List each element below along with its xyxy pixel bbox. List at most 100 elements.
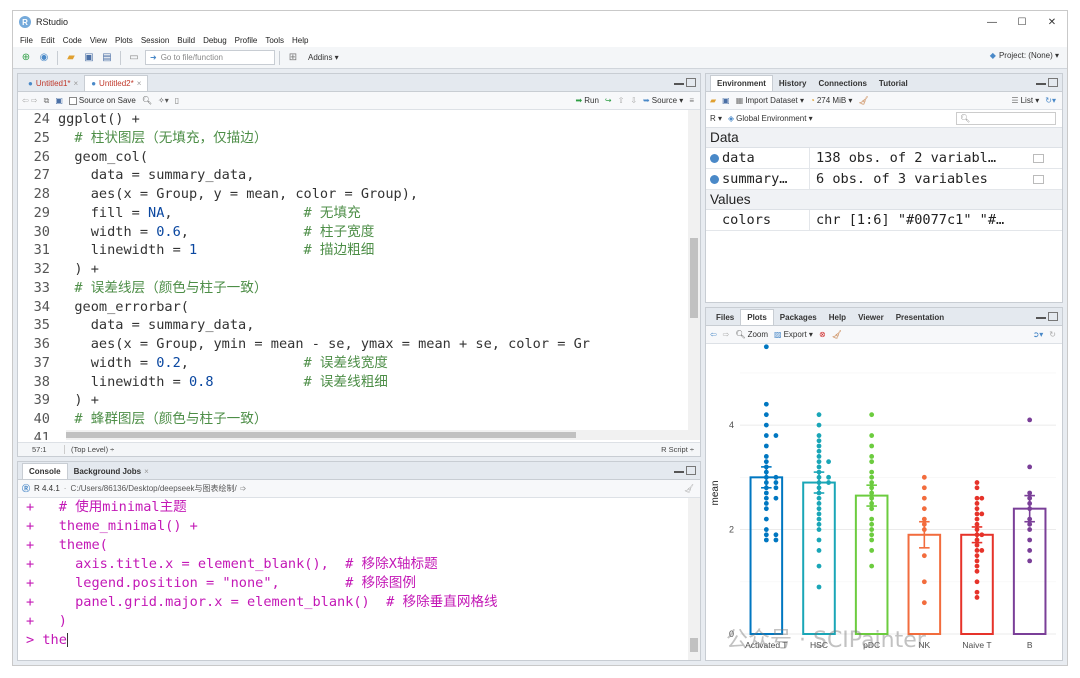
view-table-icon[interactable] xyxy=(1033,174,1044,184)
publish-icon[interactable]: ➲▾ xyxy=(1033,330,1044,339)
menu-code[interactable]: Code xyxy=(59,36,86,45)
rerun-icon[interactable]: ↪ xyxy=(605,96,612,105)
environment-search-input[interactable]: 🔍︎ xyxy=(956,112,1056,125)
maximize-pane-icon[interactable] xyxy=(686,78,696,87)
menu-view[interactable]: View xyxy=(86,36,111,45)
minimize-button[interactable]: — xyxy=(977,11,1007,33)
menu-tools[interactable]: Tools xyxy=(261,36,288,45)
tab-help[interactable]: Help xyxy=(823,309,852,325)
minimize-pane-icon[interactable] xyxy=(1036,78,1046,85)
tab-environment[interactable]: Environment xyxy=(710,75,773,91)
environment-row[interactable]: colors chr [1:6] "#0077c1" "#… xyxy=(706,210,1062,231)
run-button[interactable]: ➡ Run xyxy=(576,96,599,105)
environment-row[interactable]: data 138 obs. of 2 variabl… xyxy=(706,148,1062,169)
minimize-pane-icon[interactable] xyxy=(674,466,684,473)
import-dataset-button[interactable]: ▦ Import Dataset ▾ xyxy=(736,96,804,105)
menu-profile[interactable]: Profile xyxy=(231,36,262,45)
console-vertical-scrollbar[interactable] xyxy=(688,498,700,660)
minimize-pane-icon[interactable] xyxy=(674,78,684,85)
menu-debug[interactable]: Debug xyxy=(199,36,231,45)
tab-untitled2[interactable]: ● Untitled2* × xyxy=(84,75,149,91)
data-point xyxy=(974,589,980,595)
menu-edit[interactable]: Edit xyxy=(37,36,59,45)
export-button[interactable]: ▨ Export ▾ xyxy=(774,330,813,339)
new-file-icon[interactable]: ⊕ xyxy=(19,51,33,65)
editor-horizontal-scrollbar[interactable] xyxy=(66,430,696,440)
load-workspace-icon[interactable]: ▰ xyxy=(710,96,716,105)
close-tab-icon[interactable]: × xyxy=(144,467,149,476)
table-icon: ▦ xyxy=(735,96,744,105)
remove-plot-icon[interactable]: ⊗ xyxy=(819,330,826,339)
go-down-icon[interactable]: ⇩ xyxy=(630,96,637,105)
goto-file-input[interactable]: ➜ Go to file/function xyxy=(145,50,275,65)
editor-vertical-scrollbar[interactable] xyxy=(688,110,700,440)
minimize-pane-icon[interactable] xyxy=(1036,312,1046,319)
data-point xyxy=(773,474,779,480)
code-line: 27 data = summary_data, xyxy=(18,166,688,185)
tab-files[interactable]: Files xyxy=(710,309,740,325)
scope-selector[interactable]: (Top Level) ÷ xyxy=(64,445,114,454)
environment-row[interactable]: summary… 6 obs. of 3 variables xyxy=(706,169,1062,190)
maximize-pane-icon[interactable] xyxy=(1048,78,1058,87)
back-icon[interactable]: ⇦ ⇨ xyxy=(22,96,38,105)
menu-help[interactable]: Help xyxy=(288,36,312,45)
tab-untitled1[interactable]: ● Untitled1* × xyxy=(22,75,84,91)
save-icon[interactable]: ▣ xyxy=(82,51,96,65)
tab-connections[interactable]: Connections xyxy=(812,75,872,91)
outline-icon[interactable]: ≡ xyxy=(689,96,694,105)
addins-menu[interactable]: Addins ▾ xyxy=(308,53,339,62)
tab-history[interactable]: History xyxy=(773,75,813,91)
close-tab-icon[interactable]: × xyxy=(74,79,79,88)
show-in-window-icon[interactable]: ⧉ xyxy=(44,96,50,106)
save-icon[interactable]: ▣ xyxy=(55,96,63,105)
file-type-selector[interactable]: R Script ÷ xyxy=(661,445,700,454)
refresh-icon[interactable]: ↻▾ xyxy=(1045,96,1056,105)
source-button[interactable]: ➥ Source ▾ xyxy=(643,96,683,105)
expand-icon[interactable] xyxy=(710,153,719,163)
expand-icon[interactable] xyxy=(710,174,719,184)
refresh-plot-icon[interactable]: ↻ xyxy=(1049,330,1056,339)
magic-wand-icon[interactable]: ✧▾ xyxy=(158,96,169,105)
clear-console-icon[interactable]: 🧹︎ xyxy=(684,484,694,493)
source-on-save-checkbox[interactable]: Source on Save xyxy=(68,96,136,105)
console-output[interactable]: + # 使用minimal主题 + theme_minimal() + + them… xyxy=(18,498,688,660)
tab-tutorial[interactable]: Tutorial xyxy=(873,75,914,91)
next-plot-icon[interactable]: ⇨ xyxy=(723,330,730,339)
compile-report-icon[interactable]: ▯ xyxy=(175,96,179,105)
new-project-icon[interactable]: ◉ xyxy=(37,51,51,65)
maximize-pane-icon[interactable] xyxy=(686,466,696,475)
menu-build[interactable]: Build xyxy=(173,36,199,45)
tab-viewer[interactable]: Viewer xyxy=(852,309,890,325)
tab-console[interactable]: Console xyxy=(22,463,68,479)
list-view-button[interactable]: ☰ List ▾ xyxy=(1011,96,1039,105)
tab-plots[interactable]: Plots xyxy=(740,309,774,325)
maximize-pane-icon[interactable] xyxy=(1048,312,1058,321)
project-menu[interactable]: ◆ Project: (None) ▾ xyxy=(990,51,1059,60)
previous-plot-icon[interactable]: ⇦ xyxy=(710,330,717,339)
close-button[interactable]: ✕ xyxy=(1037,11,1067,33)
global-environment-select[interactable]: ◈ Global Environment ▾ xyxy=(728,114,813,123)
code-editor[interactable]: 24 ggplot() +25 # 柱状图层（无填充，仅描边） 26 geom_co… xyxy=(18,110,688,440)
tab-background-jobs[interactable]: Background Jobs × xyxy=(68,463,155,479)
search-icon[interactable]: 🔍︎ xyxy=(142,96,152,105)
memory-usage-button[interactable]: ◔ 274 MiB ▾ xyxy=(810,96,852,105)
go-up-icon[interactable]: ⇧ xyxy=(618,96,625,105)
goto-directory-icon[interactable]: ➩ xyxy=(240,484,247,493)
r-language-select[interactable]: R ▾ xyxy=(710,114,722,123)
save-workspace-icon[interactable]: ▣ xyxy=(722,96,730,105)
clear-plots-icon[interactable]: 🧹︎ xyxy=(832,330,842,339)
menu-session[interactable]: Session xyxy=(137,36,173,45)
tab-packages[interactable]: Packages xyxy=(774,309,823,325)
print-icon[interactable]: ▭ xyxy=(127,51,141,65)
save-all-icon[interactable]: ▤ xyxy=(100,51,114,65)
open-file-icon[interactable]: ▰ xyxy=(64,51,78,65)
clear-workspace-icon[interactable]: 🧹︎ xyxy=(858,96,868,105)
close-tab-icon[interactable]: × xyxy=(137,79,142,88)
menu-plots[interactable]: Plots xyxy=(111,36,137,45)
menu-file[interactable]: File xyxy=(16,36,37,45)
zoom-button[interactable]: 🔍︎ Zoom xyxy=(735,330,768,339)
view-table-icon[interactable] xyxy=(1033,153,1044,163)
maximize-button[interactable]: ☐ xyxy=(1007,11,1037,33)
tab-presentation[interactable]: Presentation xyxy=(890,309,950,325)
grid-layout-icon[interactable]: ⊞ xyxy=(286,51,300,65)
